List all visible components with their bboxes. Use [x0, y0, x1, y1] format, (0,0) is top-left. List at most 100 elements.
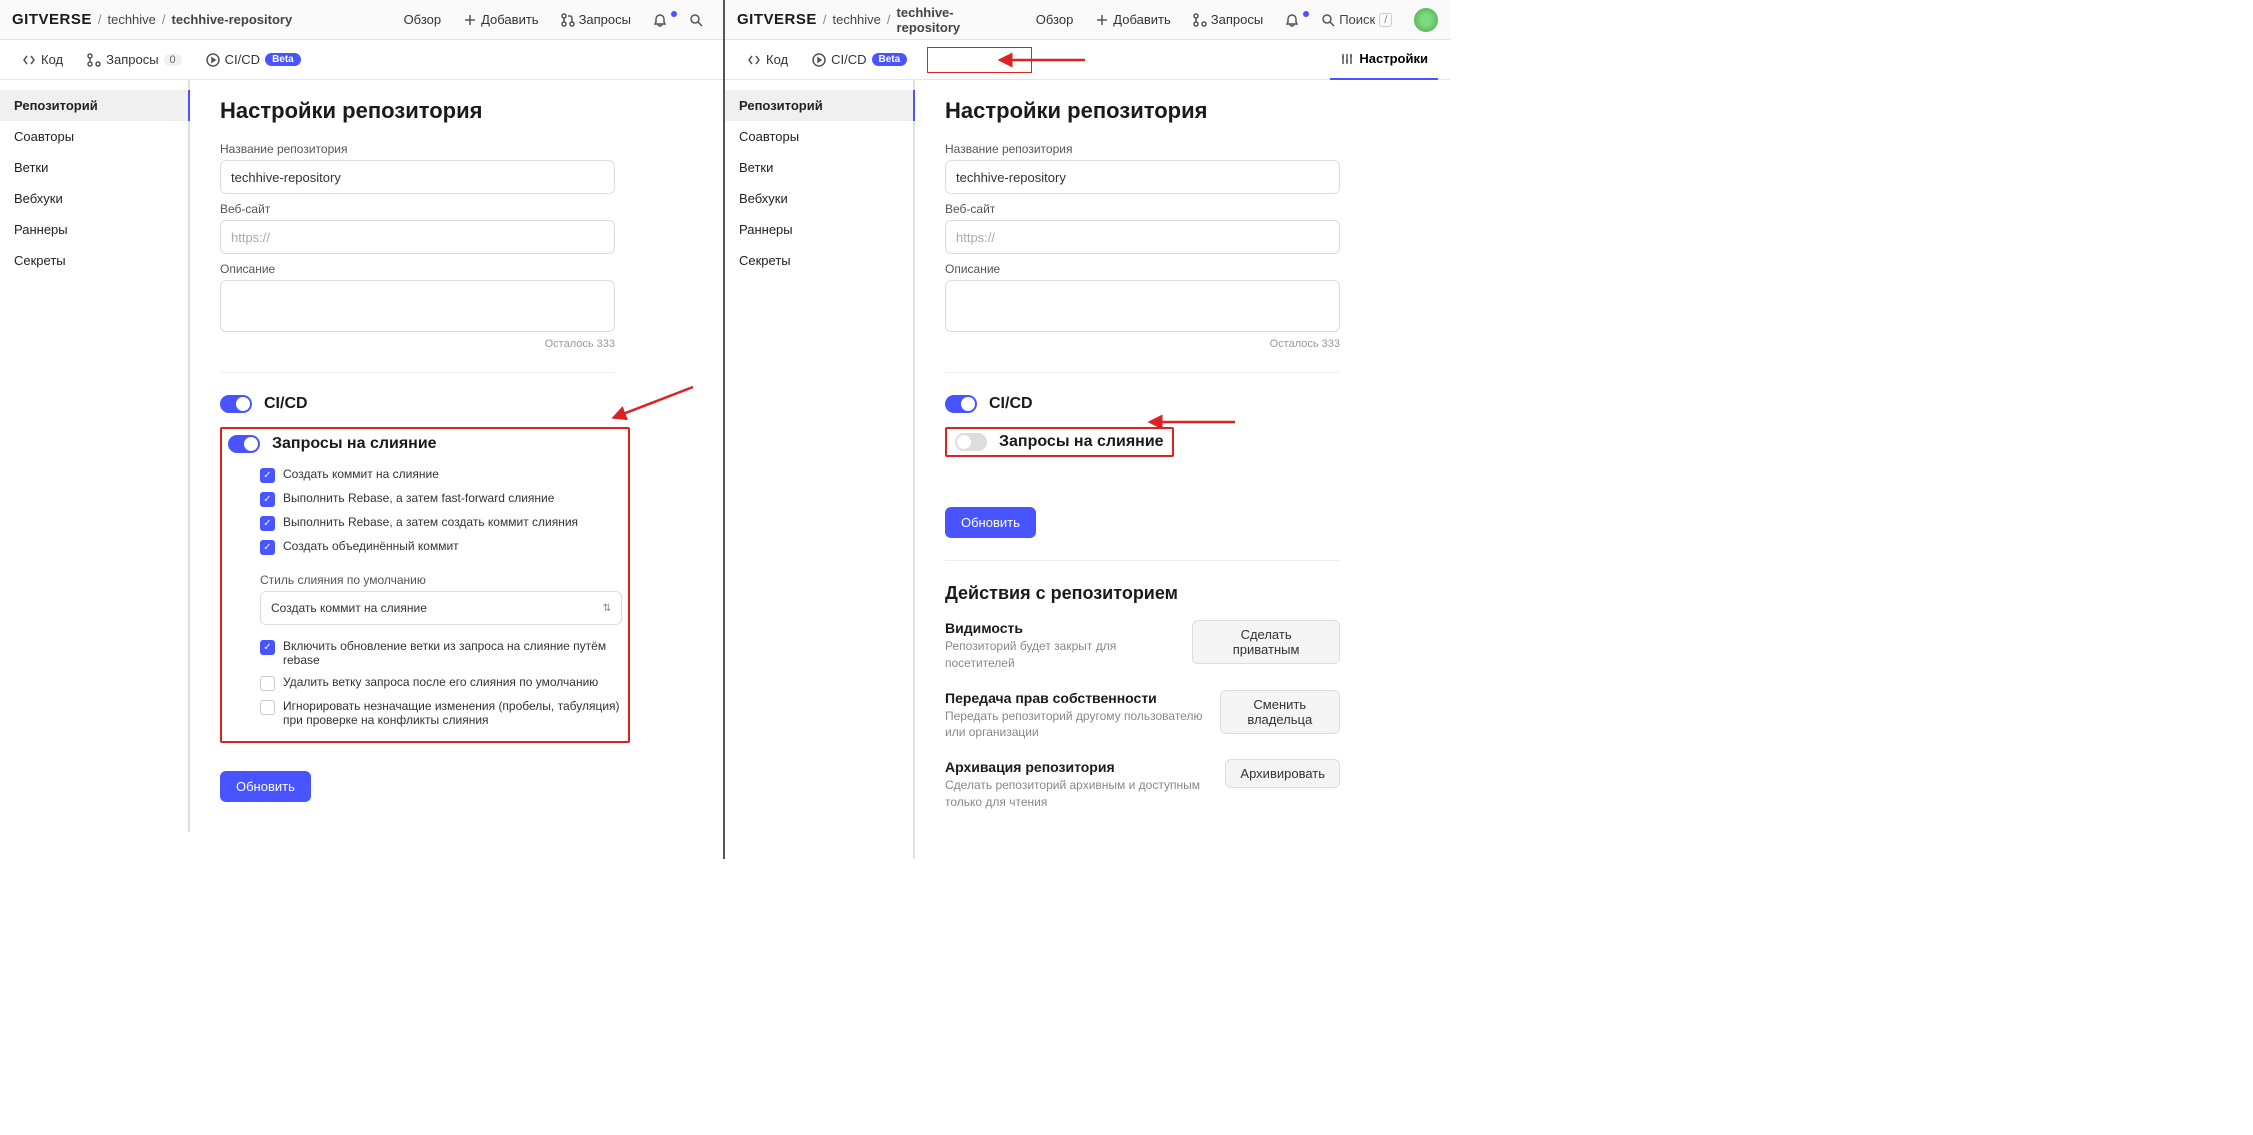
update-button[interactable]: Обновить	[220, 771, 311, 802]
opt-rebase-ff-checkbox[interactable]	[260, 492, 275, 507]
nav-overview[interactable]: Обзор	[396, 12, 450, 27]
sidebar-item-repository[interactable]: Репозиторий	[725, 90, 915, 121]
bell-icon	[1285, 13, 1299, 27]
tab-requests[interactable]: Запросы 0	[77, 40, 192, 80]
opt-delete-branch-checkbox[interactable]	[260, 676, 275, 691]
cicd-toggle-label: CI/CD	[989, 395, 1033, 413]
opt-label: Включить обновление ветки из запроса на …	[283, 639, 622, 667]
sidebar-item-branches[interactable]: Ветки	[725, 152, 913, 183]
update-button[interactable]: Обновить	[945, 507, 1036, 538]
code-icon	[747, 53, 761, 67]
user-avatar[interactable]	[1414, 8, 1438, 32]
notifications-button[interactable]	[645, 13, 675, 27]
repo-name-input[interactable]	[220, 160, 615, 194]
sidebar-item-coauthors[interactable]: Соавторы	[725, 121, 913, 152]
change-owner-button[interactable]: Сменить владельца	[1220, 690, 1340, 734]
desc-label: Описание	[945, 262, 1420, 276]
sidebar-item-webhooks[interactable]: Вебхуки	[725, 183, 913, 214]
plus-icon	[463, 13, 477, 27]
opt-rebase-update-checkbox[interactable]	[260, 640, 275, 655]
tab-cicd[interactable]: CI/CD Beta	[196, 40, 311, 80]
divider	[945, 372, 1340, 373]
notification-dot	[1303, 11, 1309, 17]
settings-sidebar: Репозиторий Соавторы Ветки Вебхуки Ранне…	[725, 80, 915, 859]
tab-settings[interactable]: Настройки	[1330, 40, 1438, 80]
archive-button[interactable]: Архивировать	[1225, 759, 1340, 788]
default-style-label: Стиль слияния по умолчанию	[260, 573, 622, 587]
make-private-button[interactable]: Сделать приватным	[1192, 620, 1340, 664]
description-input[interactable]	[220, 280, 615, 332]
logo[interactable]: GITVERSE	[12, 11, 92, 28]
topbar: GITVERSE / techhive / techhive-repositor…	[725, 0, 1450, 40]
breadcrumb-repo[interactable]: techhive-repository	[172, 12, 293, 27]
website-input[interactable]	[945, 220, 1340, 254]
site-label: Веб-сайт	[945, 202, 1420, 216]
breadcrumb-repo[interactable]: techhive-repository	[897, 5, 1016, 35]
sidebar-item-secrets[interactable]: Секреты	[0, 245, 188, 276]
nav-add[interactable]: Добавить	[455, 12, 546, 27]
description-input[interactable]	[945, 280, 1340, 332]
opt-merge-commit-checkbox[interactable]	[260, 468, 275, 483]
sidebar-item-webhooks[interactable]: Вебхуки	[0, 183, 188, 214]
search-input-trigger[interactable]: Поиск /	[1313, 12, 1400, 27]
sidebar-item-runners[interactable]: Раннеры	[0, 214, 188, 245]
default-merge-style-select[interactable]: Создать коммит на слияние ⇅	[260, 591, 622, 625]
crumb-sep: /	[98, 12, 102, 27]
search-icon	[1321, 13, 1335, 27]
visibility-title: Видимость	[945, 620, 1182, 636]
play-icon	[206, 53, 220, 67]
tab-code[interactable]: Код	[737, 40, 798, 80]
tab-cicd[interactable]: CI/CD Beta	[802, 40, 917, 80]
desc-label: Описание	[220, 262, 693, 276]
sidebar-item-secrets[interactable]: Секреты	[725, 245, 913, 276]
sidebar-item-repository[interactable]: Репозиторий	[0, 90, 190, 121]
settings-content: Настройки репозитория Название репозитор…	[190, 80, 723, 832]
opt-label: Создать коммит на слияние	[283, 467, 439, 481]
play-icon	[812, 53, 826, 67]
sidebar-item-runners[interactable]: Раннеры	[725, 214, 913, 245]
cicd-toggle[interactable]	[220, 395, 252, 413]
tab-code[interactable]: Код	[12, 40, 73, 80]
notifications-button[interactable]	[1277, 13, 1307, 27]
opt-label: Выполнить Rebase, а затем fast-forward с…	[283, 491, 554, 505]
nav-add[interactable]: Добавить	[1087, 12, 1178, 27]
beta-badge: Beta	[265, 53, 301, 66]
ownership-desc: Передать репозиторий другому пользовател…	[945, 708, 1210, 742]
nav-overview[interactable]: Обзор	[1028, 12, 1082, 27]
search-button[interactable]	[681, 13, 711, 27]
site-label: Веб-сайт	[220, 202, 693, 216]
logo[interactable]: GITVERSE	[737, 11, 817, 28]
plus-icon	[1095, 13, 1109, 27]
archive-title: Архивация репозитория	[945, 759, 1215, 775]
chars-counter: Осталось 333	[220, 338, 615, 350]
merge-section-highlight: Запросы на слияние Создать коммит на сли…	[220, 427, 630, 743]
cicd-toggle-label: CI/CD	[264, 395, 308, 413]
chars-counter: Осталось 333	[945, 338, 1340, 350]
opt-squash-checkbox[interactable]	[260, 540, 275, 555]
name-label: Название репозитория	[945, 142, 1420, 156]
merge-requests-toggle[interactable]	[955, 433, 987, 451]
pull-request-icon	[561, 13, 575, 27]
breadcrumb-owner[interactable]: techhive	[107, 12, 155, 27]
cicd-toggle[interactable]	[945, 395, 977, 413]
nav-requests[interactable]: Запросы	[1185, 12, 1271, 27]
search-icon	[689, 13, 703, 27]
opt-label: Создать объединённый коммит	[283, 539, 459, 553]
sidebar-item-branches[interactable]: Ветки	[0, 152, 188, 183]
settings-sidebar: Репозиторий Соавторы Ветки Вебхуки Ранне…	[0, 80, 190, 832]
website-input[interactable]	[220, 220, 615, 254]
divider	[945, 560, 1340, 561]
search-shortcut-key: /	[1379, 13, 1392, 27]
visibility-desc: Репозиторий будет закрыт для посетителей	[945, 638, 1182, 672]
opt-rebase-merge-checkbox[interactable]	[260, 516, 275, 531]
merge-requests-toggle[interactable]	[228, 435, 260, 453]
opt-ignore-whitespace-checkbox[interactable]	[260, 700, 275, 715]
repo-name-input[interactable]	[945, 160, 1340, 194]
page-title: Настройки репозитория	[945, 98, 1420, 124]
divider	[220, 372, 615, 373]
nav-requests[interactable]: Запросы	[553, 12, 639, 27]
actions-title: Действия с репозиторием	[945, 583, 1420, 604]
sidebar-item-coauthors[interactable]: Соавторы	[0, 121, 188, 152]
archive-desc: Сделать репозиторий архивным и доступным…	[945, 777, 1215, 811]
breadcrumb-owner[interactable]: techhive	[832, 12, 880, 27]
